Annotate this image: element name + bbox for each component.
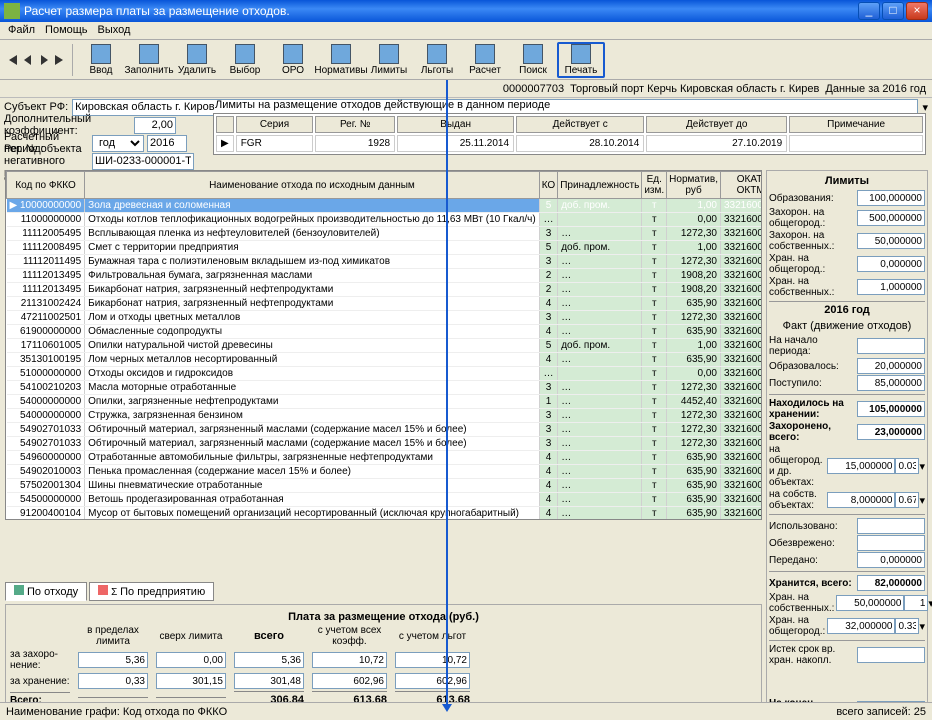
toolbar: ВводЗаполнитьУдалитьВыборОРОНормативыЛим… bbox=[0, 40, 932, 80]
spinner-icon[interactable]: ▾ bbox=[928, 597, 932, 610]
table-row[interactable]: 54100210203Масла моторные отработанные3…… bbox=[7, 381, 763, 395]
lim-reg[interactable]: 1928 bbox=[315, 135, 395, 152]
table-row[interactable]: 91200400104Мусор от бытовых помещений ор… bbox=[7, 507, 763, 521]
coef-input[interactable] bbox=[134, 117, 176, 134]
table-row[interactable]: 35130100195Лом черных металлов несортиро… bbox=[7, 353, 763, 367]
tool-icon bbox=[235, 44, 255, 64]
calc-title: Плата за размещение отхода (руб.) bbox=[10, 609, 757, 625]
lim-note[interactable] bbox=[789, 135, 923, 152]
period-mode-select[interactable]: год bbox=[92, 135, 144, 152]
current-column: Наименование графи: Код отхода по ФККО bbox=[6, 706, 227, 718]
first-record-icon[interactable] bbox=[5, 53, 19, 67]
lim-from[interactable]: 28.10.2014 bbox=[516, 135, 644, 152]
toolbar-поиск[interactable]: Поиск bbox=[509, 42, 557, 78]
menu-help[interactable]: Помощь bbox=[45, 24, 88, 37]
table-row[interactable]: 54500000000Ветошь продегазированная отра… bbox=[7, 493, 763, 507]
spinner-icon[interactable]: ▾ bbox=[919, 620, 925, 633]
record-text: Торговый порт Керчь Кировская область г.… bbox=[570, 83, 819, 95]
toolbar-льготы[interactable]: Льготы bbox=[413, 42, 461, 78]
tool-icon bbox=[283, 44, 303, 64]
tool-icon bbox=[571, 44, 591, 64]
table-row[interactable]: 17110601005Опилки натуральной чистой дре… bbox=[7, 339, 763, 353]
toolbar-ввод[interactable]: Ввод bbox=[77, 42, 125, 78]
app-icon bbox=[4, 3, 20, 19]
table-row[interactable]: 51000000000Отходы оксидов и гидроксидов…… bbox=[7, 367, 763, 381]
minimize-button[interactable]: _ bbox=[858, 2, 880, 20]
menubar: Файл Помощь Выход bbox=[0, 22, 932, 40]
limits-table: СерияРег. №ВыданДействует сДействует доП… bbox=[213, 113, 926, 155]
table-row[interactable]: 54960000000Отработанные автомобильные фи… bbox=[7, 451, 763, 465]
limits-title: Лимиты на размещение отходов действующие… bbox=[213, 97, 926, 113]
tool-icon bbox=[139, 44, 159, 64]
table-row[interactable]: 21131002424Бикарбонат натрия, загрязненн… bbox=[7, 297, 763, 311]
tool-icon bbox=[523, 44, 543, 64]
table-row[interactable]: 11000000000Отходы котлов теплофикационны… bbox=[7, 213, 763, 227]
table-row[interactable]: 11112011495Бумажная тара с полиэтиленовы… bbox=[7, 255, 763, 269]
toolbar-оро[interactable]: ОРО bbox=[269, 42, 317, 78]
period-year-input[interactable] bbox=[147, 135, 187, 152]
table-row[interactable]: 54000000000Опилки, загрязненные нефтепро… bbox=[7, 395, 763, 409]
toolbar-печать[interactable]: Печать bbox=[557, 42, 605, 78]
tool-icon bbox=[187, 44, 207, 64]
regnum-input[interactable] bbox=[92, 153, 194, 170]
table-row[interactable]: 57502001304Шины пневматические отработан… bbox=[7, 479, 763, 493]
payment-calc: Плата за размещение отхода (руб.) в пред… bbox=[5, 604, 762, 711]
info-row: 0000007703 Торговый порт Керчь Кировская… bbox=[0, 80, 932, 98]
prev-record-icon[interactable] bbox=[21, 53, 35, 67]
tool-icon bbox=[379, 44, 399, 64]
toolbar-заполнить[interactable]: Заполнить bbox=[125, 42, 173, 78]
year-header: 2016 год bbox=[769, 301, 925, 318]
table-row[interactable]: 54902010003Пенька промасленная (содержан… bbox=[7, 465, 763, 479]
lim-to[interactable]: 27.10.2019 bbox=[646, 135, 787, 152]
table-row[interactable]: 54000000000Стружка, загрязненная бензино… bbox=[7, 409, 763, 423]
tool-icon bbox=[331, 44, 351, 64]
toolbar-расчет[interactable]: Расчет bbox=[461, 42, 509, 78]
toolbar-выбор[interactable]: Выбор bbox=[221, 42, 269, 78]
table-row[interactable]: 61900000000Обмасленные содопродукты4…т63… bbox=[7, 325, 763, 339]
waste-grid[interactable]: Код по ФККОНаименование отхода по исходн… bbox=[5, 170, 762, 520]
window-title: Расчет размера платы за размещение отход… bbox=[24, 4, 858, 18]
spinner-icon[interactable]: ▾ bbox=[919, 494, 925, 507]
tool-icon bbox=[475, 44, 495, 64]
menu-exit[interactable]: Выход bbox=[98, 24, 131, 37]
tab-by-waste[interactable]: По отходу bbox=[5, 582, 87, 601]
side-panel: Лимиты Образования:Захорон. на общегород… bbox=[766, 170, 928, 716]
table-row[interactable]: 11112013495Фильтровальная бумага, загряз… bbox=[7, 269, 763, 283]
table-row[interactable]: 11112008495Смет с территории предприятия… bbox=[7, 241, 763, 255]
table-row[interactable]: ▶ 10000000000Зола древесная и соломенная… bbox=[7, 199, 763, 213]
toolbar-удалить[interactable]: Удалить bbox=[173, 42, 221, 78]
toolbar-нормативы[interactable]: Нормативы bbox=[317, 42, 365, 78]
next-record-icon[interactable] bbox=[37, 53, 51, 67]
close-button[interactable]: × bbox=[906, 2, 928, 20]
table-row[interactable]: 54902701033Обтирочный материал, загрязне… bbox=[7, 423, 763, 437]
titlebar: Расчет размера платы за размещение отход… bbox=[0, 0, 932, 22]
fact-header: Факт (движение отходов) bbox=[769, 318, 925, 334]
spinner-icon[interactable]: ▾ bbox=[919, 460, 925, 473]
tab-by-enterprise[interactable]: Σ По предприятию bbox=[89, 582, 214, 601]
table-row[interactable]: 11112013495Бикарбонат натрия, загрязненн… bbox=[7, 283, 763, 297]
last-record-icon[interactable] bbox=[53, 53, 67, 67]
table-row[interactable]: 11112005495Всплывающая пленка из нефтеул… bbox=[7, 227, 763, 241]
table-row[interactable]: 47211002501Лом и отходы цветных металлов… bbox=[7, 311, 763, 325]
limits-header: Лимиты bbox=[769, 173, 925, 189]
maximize-button[interactable]: □ bbox=[882, 2, 904, 20]
lim-series[interactable]: FGR bbox=[236, 135, 314, 152]
tool-icon bbox=[91, 44, 111, 64]
statusbar: Наименование графи: Код отхода по ФККО в… bbox=[0, 702, 932, 720]
menu-file[interactable]: Файл bbox=[8, 24, 35, 37]
record-year: Данные за 2016 год bbox=[825, 83, 926, 95]
tool-icon bbox=[427, 44, 447, 64]
subject-label: Субъект РФ: bbox=[4, 101, 72, 113]
record-code: 0000007703 bbox=[503, 83, 564, 95]
lim-issued[interactable]: 25.11.2014 bbox=[397, 135, 514, 152]
toolbar-лимиты[interactable]: Лимиты bbox=[365, 42, 413, 78]
table-row[interactable]: 54902701033Обтирочный материал, загрязне… bbox=[7, 437, 763, 451]
